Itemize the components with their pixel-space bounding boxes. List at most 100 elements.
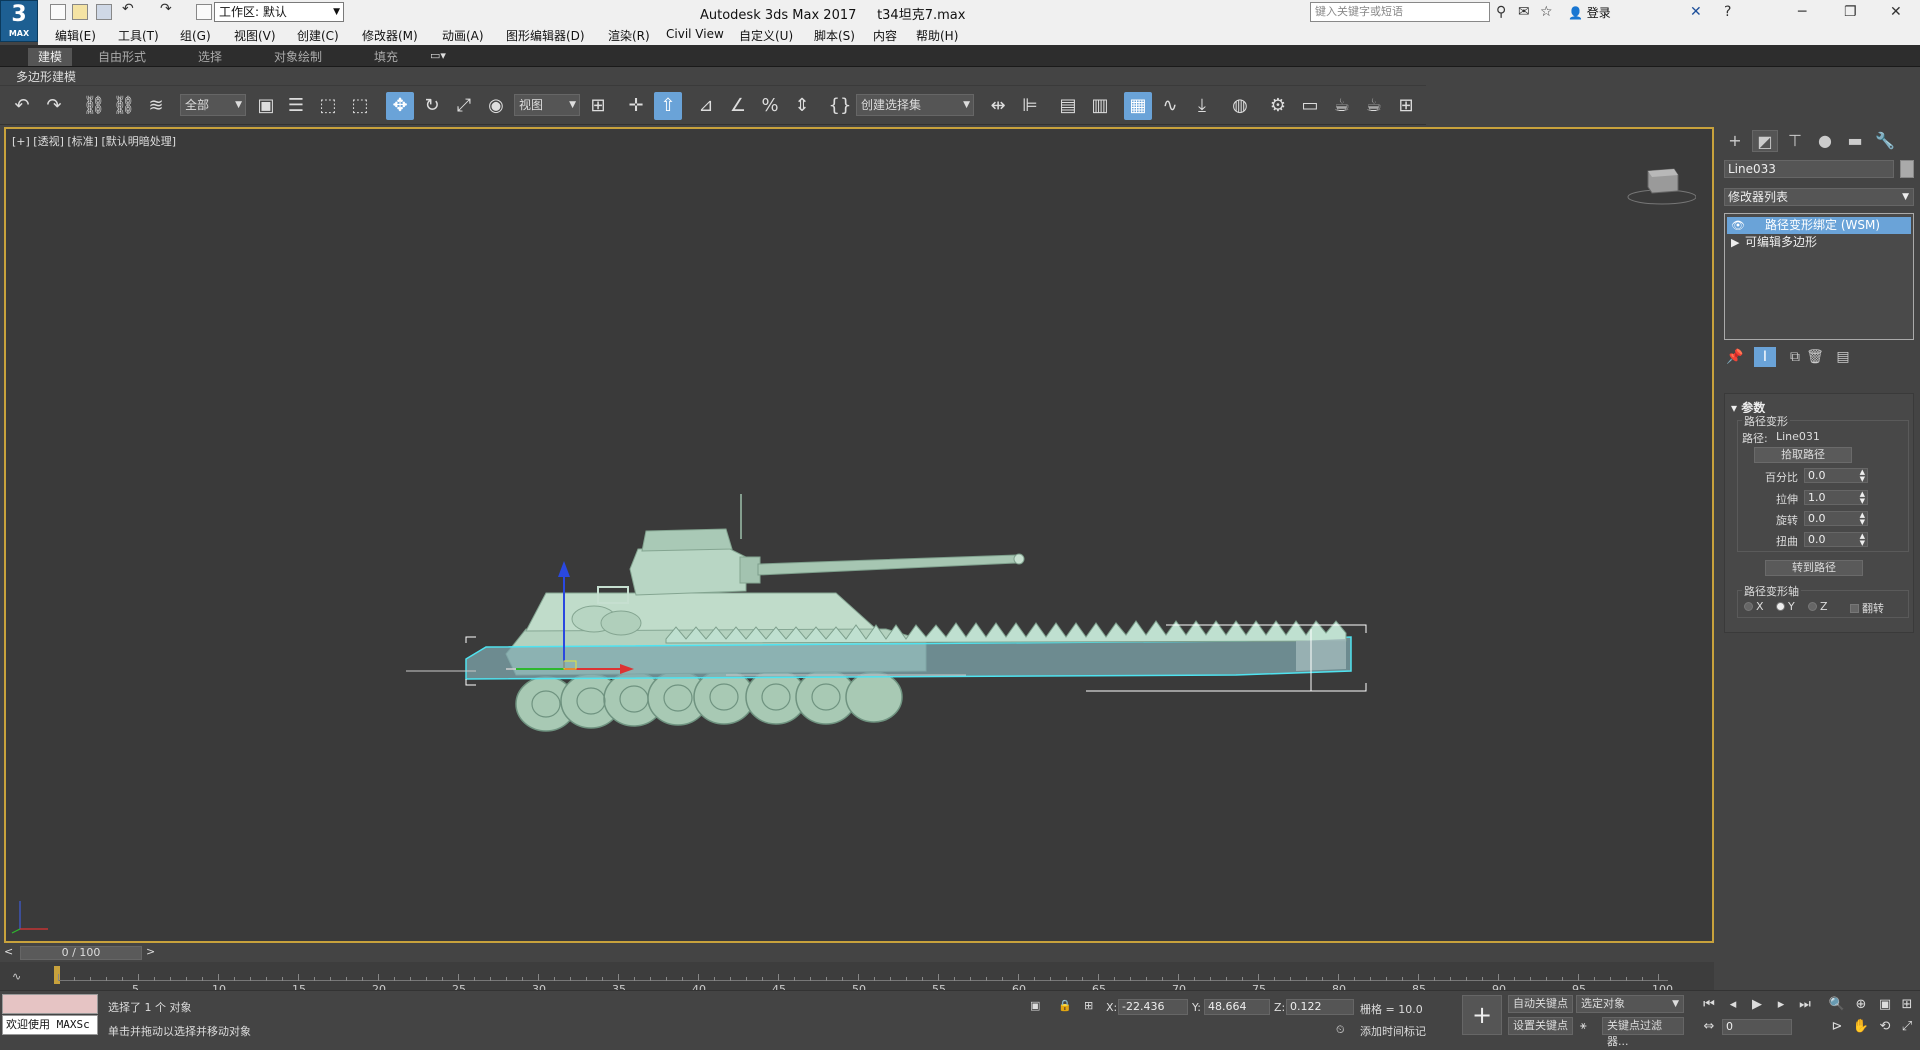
viewcube[interactable] — [1626, 159, 1696, 209]
create-panel-icon[interactable]: + — [1722, 130, 1748, 152]
prev-frame-icon[interactable]: ◂ — [1722, 995, 1744, 1015]
add-time-tag[interactable]: 添加时间标记 — [1360, 1023, 1426, 1039]
open-file-icon[interactable] — [72, 4, 88, 20]
pick-path-button[interactable]: 拾取路径 — [1754, 447, 1852, 463]
angle-snap-icon[interactable]: ∠ — [724, 92, 752, 120]
zoom-all-icon[interactable]: ⊕ — [1850, 995, 1872, 1015]
modifier-list-dropdown[interactable]: 修改器列表 ▼ — [1724, 188, 1914, 206]
menu-edit[interactable]: 编辑(E) — [55, 27, 96, 44]
stretch-spinner[interactable]: 1.0 ▲ ▼ — [1804, 490, 1868, 505]
field-of-view-icon[interactable]: ⊳ — [1826, 1017, 1848, 1037]
menu-animation[interactable]: 动画(A) — [442, 27, 484, 44]
current-frame-field[interactable]: 0 — [1722, 1019, 1792, 1035]
rotation-spinner[interactable]: 0.0 ▲ ▼ — [1804, 511, 1868, 526]
menu-content[interactable]: 内容 — [873, 27, 897, 44]
menu-modifiers[interactable]: 修改器(M) — [362, 27, 418, 44]
next-frame-arrow-icon[interactable]: > — [146, 945, 155, 958]
zoom-extents-icon[interactable]: ▣ — [1874, 995, 1896, 1015]
redo-icon[interactable]: ↷ — [160, 1, 172, 17]
time-tag-icon[interactable]: ⏲ — [1336, 1023, 1345, 1037]
maxscript-listener-top[interactable] — [2, 994, 98, 1014]
pin-stack-icon[interactable]: 📌 — [1724, 347, 1746, 367]
tab-modeling[interactable]: 建模 — [28, 48, 73, 66]
spinner-snap-icon[interactable]: ⇕ — [788, 92, 816, 120]
window-crossing-icon[interactable]: ⬚ — [346, 92, 374, 120]
menu-views[interactable]: 视图(V) — [234, 27, 276, 44]
menu-customize[interactable]: 自定义(U) — [739, 27, 793, 44]
workspace-dropdown[interactable]: 工作区: 默认 ▼ — [214, 2, 344, 22]
menu-civil-view[interactable]: Civil View — [666, 27, 724, 41]
time-slider-thumb[interactable]: 0 / 100 — [20, 946, 142, 960]
zoom-extents-all-icon[interactable]: ⊞ — [1896, 995, 1918, 1015]
favorites-icon[interactable]: ☆ — [1540, 4, 1553, 20]
eye-icon[interactable]: 👁 — [1731, 217, 1745, 234]
lock-selection-icon[interactable]: 🔒 — [1058, 999, 1072, 1012]
orbit-icon[interactable]: ⟲ — [1874, 1017, 1896, 1037]
move-to-path-button[interactable]: 转到路径 — [1765, 560, 1863, 576]
object-color-swatch[interactable] — [1900, 160, 1914, 178]
twist-spinner[interactable]: 0.0 ▲ ▼ — [1804, 532, 1868, 547]
menu-scripting[interactable]: 脚本(S) — [814, 27, 855, 44]
reference-coord-dropdown[interactable]: 视图 ▼ — [514, 94, 580, 116]
ribbon-panel-title[interactable]: 多边形建模 — [16, 68, 76, 85]
y-coordinate-field[interactable]: 48.664 — [1204, 999, 1270, 1015]
motion-panel-icon[interactable]: ● — [1812, 130, 1838, 152]
x-coordinate-field[interactable]: -22.436 — [1118, 999, 1188, 1015]
menu-group[interactable]: 组(G) — [180, 27, 211, 44]
play-icon[interactable]: ▶ — [1746, 995, 1768, 1015]
unlink-icon[interactable]: ⛓ — [110, 92, 138, 120]
pan-icon[interactable]: ✋ — [1850, 1017, 1872, 1037]
show-end-result-icon[interactable]: Ⅰ — [1754, 347, 1776, 367]
spinner-arrows-icon[interactable]: ▲ ▼ — [1860, 469, 1865, 483]
time-config-icon[interactable]: ⇔ — [1698, 1017, 1720, 1037]
rendered-frame-window-icon[interactable]: ▭ — [1296, 92, 1324, 120]
select-object-icon[interactable]: ▣ — [252, 92, 280, 120]
expand-triangle-icon[interactable]: ▶ — [1731, 234, 1739, 251]
percent-spinner[interactable]: 0.0 ▲ ▼ — [1804, 468, 1868, 483]
layer-explorer-icon[interactable]: ▥ — [1086, 92, 1114, 120]
spinner-arrows-icon[interactable]: ▲ ▼ — [1860, 512, 1865, 526]
stack-item-editable-poly[interactable]: ▶ 可编辑多边形 — [1727, 234, 1911, 251]
undo-icon[interactable]: ↶ — [8, 92, 36, 120]
select-place-icon[interactable]: ◉ — [482, 92, 510, 120]
scene-explorer-icon[interactable]: ▤ — [1054, 92, 1082, 120]
render-setup-icon[interactable]: ⚙ — [1264, 92, 1292, 120]
redo-icon[interactable]: ↷ — [40, 92, 68, 120]
search-input[interactable]: 键入关键字或短语 — [1310, 2, 1490, 22]
select-rotate-icon[interactable]: ↻ — [418, 92, 446, 120]
undo-icon[interactable]: ↶ — [122, 1, 134, 17]
save-file-icon[interactable] — [96, 4, 112, 20]
render-activeshade-icon[interactable]: ☕ — [1360, 92, 1388, 120]
spinner-arrows-icon[interactable]: ▲ ▼ — [1860, 533, 1865, 547]
restore-icon[interactable]: ❐ — [1844, 4, 1857, 20]
help-icon[interactable]: ? — [1724, 4, 1731, 20]
communication-icon[interactable]: ✉ — [1518, 4, 1530, 20]
goto-end-icon[interactable]: ⏭ — [1794, 995, 1816, 1015]
spinner-arrows-icon[interactable]: ▲ ▼ — [1860, 491, 1865, 505]
project-folder-icon[interactable] — [196, 4, 212, 20]
goto-start-icon[interactable]: ⏮ — [1698, 995, 1720, 1015]
hierarchy-panel-icon[interactable]: ⊤ — [1782, 130, 1808, 152]
axis-z-radio[interactable]: Z — [1808, 600, 1828, 613]
mirror-icon[interactable]: ⇹ — [984, 92, 1012, 120]
render-production-icon[interactable]: ☕ — [1328, 92, 1356, 120]
close-icon[interactable]: ✕ — [1890, 4, 1902, 20]
display-panel-icon[interactable]: ▬ — [1842, 130, 1868, 152]
select-move-icon[interactable]: ✥ — [386, 92, 414, 120]
login-button[interactable]: 👤 登录 — [1568, 4, 1611, 21]
render-in-cloud-icon[interactable]: ⊞ — [1392, 92, 1420, 120]
next-frame-icon[interactable]: ▸ — [1770, 995, 1792, 1015]
object-name-field[interactable]: Line033 — [1724, 160, 1894, 178]
bind-space-warp-icon[interactable]: ≋ — [142, 92, 170, 120]
schematic-view-icon[interactable]: ⤓ — [1188, 92, 1216, 120]
material-editor-icon[interactable]: ◍ — [1226, 92, 1254, 120]
maximize-viewport-icon[interactable]: ⤢ — [1896, 1017, 1918, 1037]
axis-y-radio[interactable]: Y — [1776, 600, 1795, 613]
link-icon[interactable]: ⛓ — [80, 92, 108, 120]
rect-selection-icon[interactable]: ⬚ — [314, 92, 342, 120]
key-filter-icon[interactable]: ⚹ — [1580, 1019, 1587, 1033]
binoculars-icon[interactable]: ⚲ — [1496, 4, 1506, 20]
auto-key-button[interactable]: 自动关键点 — [1508, 995, 1573, 1013]
z-coordinate-field[interactable]: 0.122 — [1286, 999, 1354, 1015]
time-slider[interactable]: < 0 / 100 > — [0, 944, 1714, 962]
